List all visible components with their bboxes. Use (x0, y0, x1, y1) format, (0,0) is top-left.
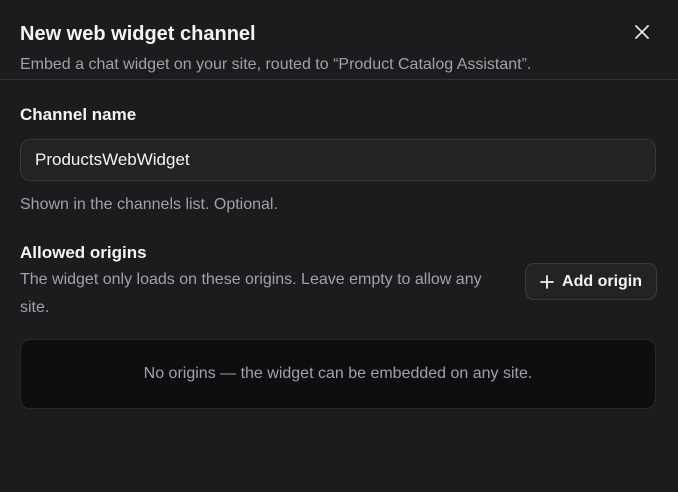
add-origin-button[interactable]: Add origin (525, 263, 657, 300)
add-origin-label: Add origin (562, 272, 642, 290)
close-icon (635, 25, 649, 39)
channel-name-hint: Shown in the channels list. Optional. (20, 196, 278, 213)
channel-name-label: Channel name (20, 105, 137, 124)
dialog-title: New web widget channel (20, 23, 256, 45)
channel-name-input[interactable] (20, 139, 656, 181)
allowed-origins-description: The widget only loads on these origins. … (20, 271, 482, 316)
allowed-origins-section: Allowed origins The widget only loads on… (20, 242, 657, 409)
origins-empty-state: No origins — the widget can be embedded … (20, 339, 656, 409)
allowed-origins-header: Allowed origins The widget only loads on… (20, 242, 657, 322)
close-button[interactable] (630, 20, 654, 44)
allowed-origins-label: Allowed origins (20, 243, 147, 262)
plus-icon (540, 274, 554, 289)
allowed-origins-text: Allowed origins The widget only loads on… (20, 242, 500, 322)
dialog-subtitle: Embed a chat widget on your site, routed… (20, 56, 532, 73)
channel-name-section: Channel name Shown in the channels list.… (20, 104, 657, 216)
origins-empty-message: No origins — the widget can be embedded … (143, 365, 533, 382)
new-channel-dialog: New web widget channel Embed a chat widg… (0, 0, 678, 492)
dialog-body: Channel name Shown in the channels list.… (0, 80, 678, 409)
dialog-header: New web widget channel Embed a chat widg… (0, 0, 678, 80)
